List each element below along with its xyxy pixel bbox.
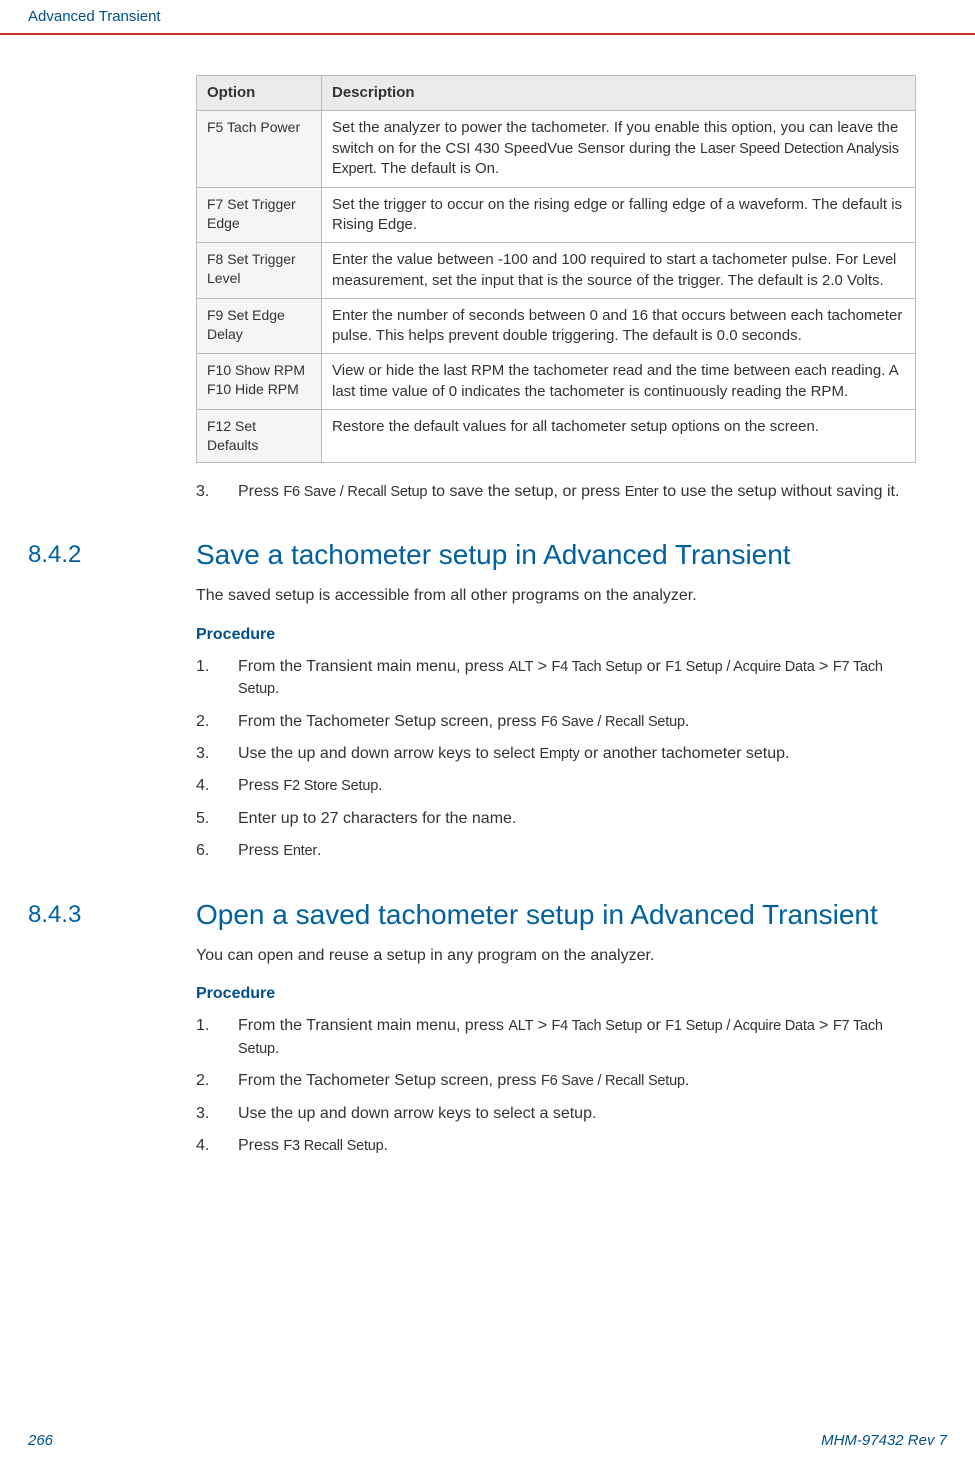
continuation-step-3: 3. Press F6 Save / Recall Setup to save … [196,481,916,503]
list-item: 5.Enter up to 27 characters for the name… [196,808,916,830]
section-842: 8.4.2 Save a tachometer setup in Advance… [28,539,947,571]
section-title: Open a saved tachometer setup in Advance… [196,899,947,931]
section-intro: The saved setup is accessible from all o… [196,585,916,607]
page-number: 266 [28,1432,53,1449]
desc-cell: Enter the number of seconds between 0 an… [322,298,916,354]
section-842-body: The saved setup is accessible from all o… [196,585,916,863]
option-cell: F5 Tach Power [197,111,322,187]
list-item: 1.From the Transient main menu, press AL… [196,656,916,701]
option-cell: F10 Show RPMF10 Hide RPM [197,354,322,410]
list-item: 4.Press F3 Recall Setup. [196,1135,916,1157]
procedure-list: 1.From the Transient main menu, press AL… [196,1015,916,1157]
list-item: 2.From the Tachometer Setup screen, pres… [196,711,916,733]
table-row: F10 Show RPMF10 Hide RPM View or hide th… [197,354,916,410]
desc-cell: Enter the value between -100 and 100 req… [322,243,916,299]
procedure-label: Procedure [196,624,916,646]
doc-id: MHM-97432 Rev 7 [821,1432,947,1449]
section-number: 8.4.3 [28,899,196,929]
procedure-label: Procedure [196,983,916,1005]
list-item: 3.Use the up and down arrow keys to sele… [196,743,916,765]
step-text: Press F6 Save / Recall Setup to save the… [238,481,916,503]
table-row: F8 Set Trigger Level Enter the value bet… [197,243,916,299]
section-843-body: You can open and reuse a setup in any pr… [196,945,916,1158]
th-option: Option [197,76,322,111]
header-title: Advanced Transient [0,0,975,35]
desc-cell: Restore the default values for all tacho… [322,409,916,462]
options-table: Option Description F5 Tach Power Set the… [196,75,916,463]
step-number: 3. [196,481,238,503]
section-title: Save a tachometer setup in Advanced Tran… [196,539,947,571]
list-item: 2.From the Tachometer Setup screen, pres… [196,1070,916,1092]
option-cell: F9 Set Edge Delay [197,298,322,354]
list-item: 1.From the Transient main menu, press AL… [196,1015,916,1060]
table-row: F12 Set Defaults Restore the default val… [197,409,916,462]
option-cell: F7 Set Trigger Edge [197,187,322,243]
table-row: F7 Set Trigger Edge Set the trigger to o… [197,187,916,243]
procedure-list: 1.From the Transient main menu, press AL… [196,656,916,863]
option-cell: F8 Set Trigger Level [197,243,322,299]
list-item: 3.Use the up and down arrow keys to sele… [196,1103,916,1125]
page-content: Option Description F5 Tach Power Set the… [0,35,975,1157]
desc-cell: Set the trigger to occur on the rising e… [322,187,916,243]
section-intro: You can open and reuse a setup in any pr… [196,945,916,967]
th-description: Description [322,76,916,111]
list-item: 4.Press F2 Store Setup. [196,775,916,797]
section-843: 8.4.3 Open a saved tachometer setup in A… [28,899,947,931]
desc-cell: View or hide the last RPM the tachometer… [322,354,916,410]
option-cell: F12 Set Defaults [197,409,322,462]
list-item: 6.Press Enter. [196,840,916,862]
page-footer: 266 MHM-97432 Rev 7 [0,1432,975,1449]
section-number: 8.4.2 [28,539,196,569]
table-row: F5 Tach Power Set the analyzer to power … [197,111,916,187]
desc-cell: Set the analyzer to power the tachometer… [322,111,916,187]
table-row: F9 Set Edge Delay Enter the number of se… [197,298,916,354]
